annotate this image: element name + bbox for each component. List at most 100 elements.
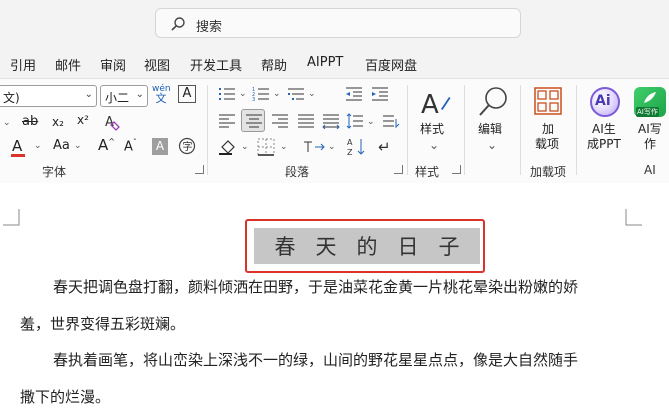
ai-write-button[interactable]: AI写作 AI写 作 [630, 85, 669, 157]
chevron-down-icon[interactable]: ⌄ [367, 117, 375, 127]
chevron-down-icon[interactable]: ⌄ [3, 118, 11, 128]
styles-dialog-launcher-icon[interactable] [452, 165, 461, 174]
paragraph-dialog-launcher-icon[interactable] [394, 165, 403, 174]
borders-icon[interactable] [257, 138, 275, 159]
subscript-button[interactable]: x₂ [52, 115, 64, 129]
chevron-down-icon[interactable]: ⌄ [239, 89, 247, 99]
superscript-button[interactable]: x² [77, 113, 89, 127]
character-shading-button[interactable]: A [152, 138, 168, 155]
styles-button[interactable]: A 样式 ⌄ [414, 85, 454, 157]
enclose-character-button[interactable]: A [178, 85, 196, 103]
ai-ppt-button[interactable]: Ai AI生 成PPT [584, 85, 628, 157]
selected-title-box[interactable]: 春天的日子 [245, 219, 485, 273]
line-spacing-icon[interactable] [346, 113, 364, 132]
chevron-down-icon: ⌄ [135, 89, 144, 100]
chevron-down-icon[interactable]: ⌄ [34, 141, 42, 151]
document-title[interactable]: 春天的日子 [254, 231, 480, 261]
svg-text:A: A [347, 138, 353, 147]
ai-ppt-label-2: 成PPT [587, 137, 621, 151]
search-icon [171, 17, 185, 31]
strikethrough-button[interactable]: ab [22, 114, 38, 129]
align-center-button[interactable] [241, 109, 265, 132]
search-placeholder: 搜索 [196, 20, 223, 35]
tab-aippt[interactable]: AIPPT [307, 55, 343, 70]
tab-mailings[interactable]: 邮件 [55, 55, 81, 74]
tab-baidu-netdisk[interactable]: 百度网盘 [365, 55, 417, 74]
chevron-down-icon[interactable]: ⌄ [74, 141, 82, 151]
font-size-value: 小二 [105, 91, 130, 105]
margin-corner-marker [625, 209, 642, 226]
text-direction-icon[interactable] [303, 138, 325, 159]
margin-corner-marker [3, 209, 20, 226]
document-page[interactable]: 春天的日子 春天把调色盘打翻，颜料倾洒在田野，于是油菜花金黄一片桃花晕染出粉嫩的… [0, 183, 669, 412]
font-dialog-launcher-icon[interactable] [195, 165, 204, 174]
addins-label-1: 加 [542, 122, 555, 136]
enclose-char-glyph: A [182, 86, 192, 101]
editing-button[interactable]: 编辑 ⌄ [472, 85, 512, 157]
paragraph-1-line-2[interactable]: 羞，世界变得五彩斑斓。 [20, 313, 185, 334]
tab-help[interactable]: 帮助 [261, 55, 287, 74]
svg-text:字: 字 [183, 140, 193, 153]
enclosed-char-icon[interactable]: 字 [178, 137, 196, 158]
paragraph-2-line-1[interactable]: 春执着画笔，将山峦染上深浅不一的绿，山间的野花星星点点，像是大自然随手 [53, 349, 578, 370]
bullets-icon[interactable] [218, 86, 236, 105]
addins-icon [534, 87, 562, 115]
justify-icon[interactable] [297, 113, 315, 132]
ai-ppt-icon: Ai [590, 87, 620, 117]
shrink-font-button[interactable]: Aˇ [124, 138, 137, 154]
align-right-icon[interactable] [271, 113, 289, 132]
chevron-down-icon[interactable]: ⌄ [328, 142, 336, 152]
ai-write-badge: AI写作 [636, 107, 659, 117]
separator [520, 85, 521, 175]
styles-group-label: 样式 [415, 165, 440, 179]
shading-icon[interactable] [218, 138, 238, 159]
increase-indent-icon[interactable] [371, 86, 389, 105]
grow-font-button[interactable]: A^ [98, 136, 115, 154]
decrease-indent-icon[interactable] [345, 86, 363, 105]
font-color-button[interactable]: A [11, 137, 25, 157]
tab-developer[interactable]: 开发工具 [190, 55, 242, 74]
font-name-combo[interactable]: 文) ⌄ [0, 85, 97, 107]
show-marks-icon[interactable]: ↵ [378, 138, 391, 156]
align-center-icon [246, 114, 262, 128]
phonetic-guide-button[interactable]: wén 文 [152, 84, 171, 105]
sort-icon[interactable]: AZ [347, 137, 367, 160]
text-effects-icon[interactable]: A [103, 112, 123, 135]
addins-label-2: 载项 [535, 137, 560, 151]
paragraph-1-line-1[interactable]: 春天把调色盘打翻，颜料倾洒在田野，于是油菜花金黄一片桃花晕染出粉嫩的娇 [53, 276, 578, 297]
distributed-align-icon[interactable] [322, 113, 340, 132]
chevron-down-icon[interactable]: ⌄ [273, 89, 281, 99]
font-group-label: 字体 [42, 165, 67, 179]
addins-button[interactable]: 加 载项 [528, 85, 568, 157]
tab-references[interactable]: 引用 [10, 55, 36, 74]
font-color-glyph: A [12, 137, 23, 155]
chevron-down-icon: ⌄ [84, 89, 93, 100]
multilevel-list-icon[interactable] [287, 86, 305, 105]
chevron-down-icon[interactable]: ⌄ [241, 142, 249, 152]
ai-ppt-label-1: AI生 [592, 122, 616, 136]
ai-icon-text: Ai [595, 93, 611, 109]
chevron-down-icon: ⌄ [429, 138, 440, 152]
tab-review[interactable]: 审阅 [100, 55, 126, 74]
align-left-icon[interactable] [218, 113, 236, 132]
shrink-glyph: A [124, 139, 133, 155]
separator [464, 85, 465, 175]
font-size-combo[interactable]: 小二 ⌄ [100, 85, 148, 107]
grow-glyph: A [98, 136, 109, 154]
menu-bar: 引用 邮件 审阅 视图 开发工具 帮助 AIPPT 百度网盘 [0, 50, 669, 76]
change-case-button[interactable]: Aa [53, 138, 70, 153]
numbering-icon[interactable]: 123 [252, 86, 270, 105]
tab-view[interactable]: 视图 [144, 55, 170, 74]
paragraph-group-label: 段落 [285, 165, 310, 179]
phonetic-bottom: 文 [155, 92, 167, 105]
chevron-down-icon[interactable]: ⌄ [280, 142, 288, 152]
paragraph-2-line-2[interactable]: 撒下的烂漫。 [20, 386, 110, 407]
separator [407, 85, 408, 175]
svg-text:Z: Z [347, 148, 353, 157]
search-box[interactable]: 搜索 [155, 8, 521, 38]
chinese-layout-icon[interactable] [382, 113, 400, 132]
chevron-down-icon[interactable]: ⌄ [308, 89, 316, 99]
ribbon: 文) ⌄ 小二 ⌄ wén 文 A ⌄ ab x₂ x² A A ⌄ Aa ⌄ … [0, 78, 669, 184]
separator [576, 85, 577, 175]
title-bar: 搜索 [0, 0, 669, 46]
